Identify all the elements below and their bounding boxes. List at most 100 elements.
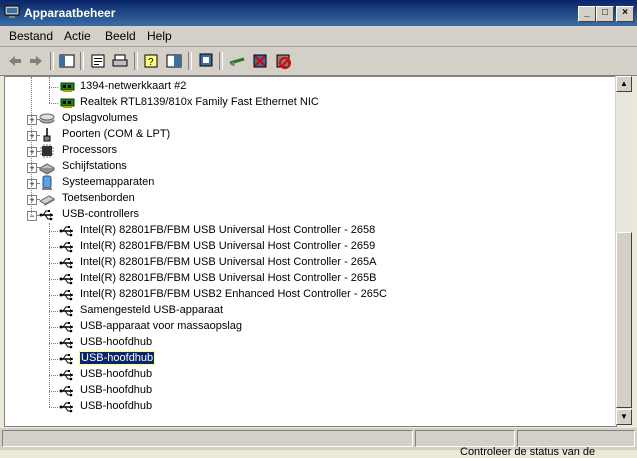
- system-device-icon: [39, 175, 55, 191]
- back-icon[interactable]: [6, 52, 24, 70]
- device-category[interactable]: + Processors: [5, 143, 605, 159]
- device-category[interactable]: + Opslagvolumes: [5, 111, 605, 127]
- tree-connector: [49, 343, 58, 344]
- disable-icon[interactable]: [274, 52, 292, 70]
- device-item[interactable]: Intel(R) 82801FB/FBM USB Universal Host …: [5, 255, 605, 271]
- toolbar: ?: [0, 47, 637, 76]
- svg-text:?: ?: [148, 57, 154, 68]
- menu-help[interactable]: Help: [147, 29, 172, 43]
- usb-icon: [59, 399, 75, 415]
- device-label: Intel(R) 82801FB/FBM USB Universal Host …: [80, 256, 377, 268]
- device-label: Intel(R) 82801FB/FBM USB Universal Host …: [80, 240, 376, 252]
- device-item[interactable]: Intel(R) 82801FB/FBM USB Universal Host …: [5, 223, 605, 239]
- properties-icon[interactable]: [89, 52, 107, 70]
- tree-connector: [37, 119, 39, 120]
- console-tree-icon[interactable]: [58, 52, 76, 70]
- scroll-down-button[interactable]: ▼: [616, 409, 632, 425]
- menu-bestand[interactable]: Bestand: [9, 29, 53, 43]
- device-label: Intel(R) 82801FB/FBM USB2 Enhanced Host …: [80, 288, 387, 300]
- device-label: USB-controllers: [62, 208, 140, 220]
- device-category[interactable]: + Systeemapparaten: [5, 175, 605, 191]
- status-pane: [2, 430, 413, 447]
- tree-connector: [49, 311, 58, 312]
- device-item[interactable]: Realtek RTL8139/810x Family Fast Etherne…: [5, 95, 605, 111]
- device-label: Intel(R) 82801FB/FBM USB Universal Host …: [80, 272, 377, 284]
- expand-button[interactable]: +: [27, 179, 37, 189]
- forward-icon[interactable]: [27, 52, 45, 70]
- tree-connector: [49, 327, 58, 328]
- tree-connector: [37, 151, 39, 152]
- device-item[interactable]: Intel(R) 82801FB/FBM USB Universal Host …: [5, 271, 605, 287]
- window-title: Apparaatbeheer: [24, 6, 116, 20]
- close-button[interactable]: ×: [616, 6, 634, 22]
- device-item[interactable]: Intel(R) 82801FB/FBM USB2 Enhanced Host …: [5, 287, 605, 303]
- menu-actie[interactable]: Actie: [64, 29, 91, 43]
- collapse-button[interactable]: −: [27, 211, 37, 221]
- device-item[interactable]: USB-hoofdhub: [5, 399, 605, 415]
- usb-icon: [59, 223, 75, 239]
- tree-connector: [49, 77, 50, 103]
- minimize-button[interactable]: _: [578, 6, 596, 22]
- usb-icon: [59, 383, 75, 399]
- scroll-up-button[interactable]: ▲: [616, 76, 632, 92]
- usb-icon: [59, 287, 75, 303]
- device-label: Realtek RTL8139/810x Family Fast Etherne…: [80, 96, 319, 108]
- device-category[interactable]: + Schijfstations: [5, 159, 605, 175]
- device-item[interactable]: USB-hoofdhub: [5, 367, 605, 383]
- disk-drive-icon: [39, 159, 55, 175]
- uninstall-icon[interactable]: [251, 52, 269, 70]
- update-driver-icon[interactable]: [228, 52, 246, 70]
- device-item[interactable]: Samengesteld USB-apparaat: [5, 303, 605, 319]
- device-item[interactable]: 1394-netwerkkaart #2: [5, 79, 605, 95]
- menu-beeld[interactable]: Beeld: [105, 29, 136, 43]
- device-label: USB-hoofdhub: [78, 351, 156, 365]
- device-category[interactable]: + Toetsenborden: [5, 191, 605, 207]
- tree-connector: [49, 295, 58, 296]
- title-bar[interactable]: Apparaatbeheer _ □ ×: [0, 0, 637, 26]
- expand-button[interactable]: +: [27, 115, 37, 125]
- expand-button[interactable]: +: [27, 147, 37, 157]
- toolbar-separator: [80, 52, 84, 70]
- device-label: Samengesteld USB-apparaat: [80, 304, 224, 316]
- device-item[interactable]: USB-hoofdhub: [5, 383, 605, 399]
- device-item[interactable]: USB-apparaat voor massaopslag: [5, 319, 605, 335]
- device-label: Schijfstations: [62, 160, 127, 172]
- tree-connector: [31, 77, 32, 215]
- device-item[interactable]: Intel(R) 82801FB/FBM USB Universal Host …: [5, 239, 605, 255]
- usb-icon: [59, 271, 75, 287]
- show-hide-icon[interactable]: [165, 52, 183, 70]
- device-label: Processors: [62, 144, 118, 156]
- scroll-thumb[interactable]: [616, 232, 632, 408]
- expand-button[interactable]: +: [27, 195, 37, 205]
- tree-connector: [37, 135, 39, 136]
- keyboard-icon: [39, 191, 55, 207]
- processor-icon: [39, 143, 55, 159]
- expand-button[interactable]: +: [27, 131, 37, 141]
- maximize-button[interactable]: □: [596, 6, 614, 22]
- device-item[interactable]: USB-hoofdhub: [5, 335, 605, 351]
- vertical-scrollbar[interactable]: ▲ ▼: [615, 76, 632, 425]
- storage-volume-icon: [39, 111, 55, 127]
- scan-hardware-icon[interactable]: [197, 52, 215, 70]
- device-item[interactable]: USB-hoofdhub: [5, 351, 605, 367]
- tree-connector: [49, 279, 58, 280]
- tree-connector: [49, 231, 58, 232]
- tree-connector: [49, 391, 58, 392]
- help-icon[interactable]: ?: [142, 52, 160, 70]
- device-label: USB-hoofdhub: [80, 336, 153, 348]
- usb-icon: [59, 255, 75, 271]
- port-icon: [39, 127, 55, 143]
- device-tree[interactable]: 1394-netwerkkaart #2 Realtek RTL8139/810x…: [4, 76, 617, 427]
- toolbar-separator: [188, 52, 192, 70]
- device-category[interactable]: + Poorten (COM & LPT): [5, 127, 605, 143]
- expand-button[interactable]: +: [27, 163, 37, 173]
- usb-icon: [59, 335, 75, 351]
- device-category[interactable]: − USB-controllers: [5, 207, 605, 223]
- usb-icon: [39, 207, 55, 223]
- tree-connector: [37, 167, 39, 168]
- tree-connector: [49, 263, 58, 264]
- print-icon[interactable]: [111, 52, 129, 70]
- toolbar-separator: [219, 52, 223, 70]
- usb-icon: [59, 351, 75, 367]
- tree-connector: [49, 223, 50, 407]
